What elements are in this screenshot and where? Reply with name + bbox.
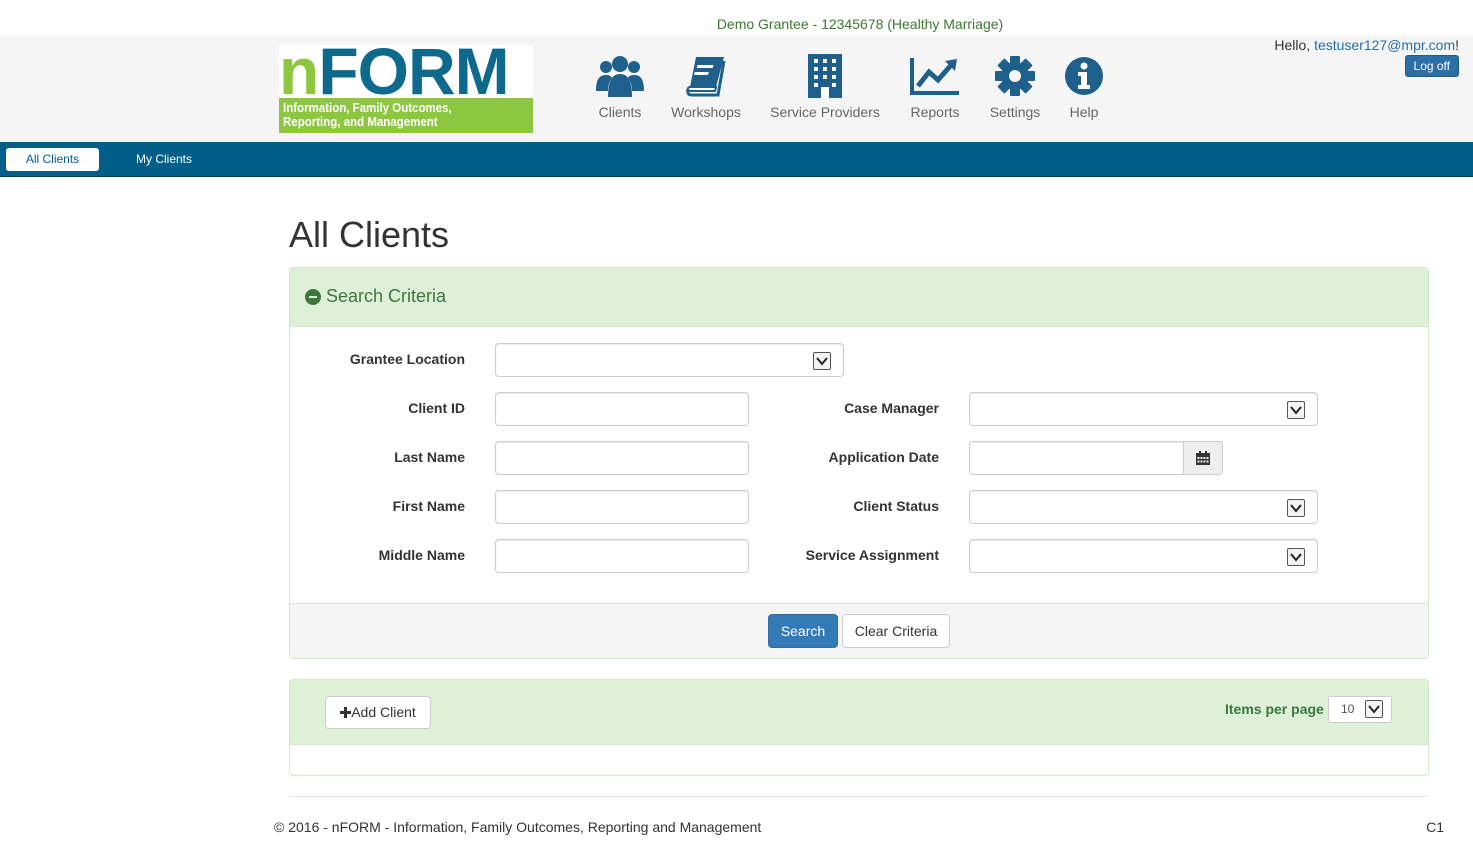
search-criteria-title[interactable]: Search Criteria <box>326 286 446 307</box>
application-date-label: Application Date <box>828 449 939 465</box>
users-icon <box>592 52 648 100</box>
last-name-input[interactable] <box>495 441 749 475</box>
nav-help-label: Help <box>1069 104 1099 120</box>
tab-all-clients[interactable]: All Clients <box>6 148 99 171</box>
chevron-down-icon <box>1287 401 1305 419</box>
application-date-input[interactable] <box>969 441 1184 475</box>
minus-circle-icon[interactable] <box>305 289 321 305</box>
greeting-exclaim: ! <box>1455 37 1459 53</box>
nav-workshops-label: Workshops <box>671 104 741 120</box>
chevron-down-icon <box>1287 499 1305 517</box>
logoff-button[interactable]: Log off <box>1404 55 1459 77</box>
logo-wordmark: nFORM <box>279 45 533 104</box>
nav-help[interactable]: Help <box>1062 52 1106 120</box>
items-per-page-select[interactable]: 10 <box>1328 696 1392 723</box>
client-id-input[interactable] <box>495 392 749 426</box>
calendar-icon <box>1196 451 1210 465</box>
chevron-down-icon <box>1287 548 1305 566</box>
nav-service-providers-label: Service Providers <box>770 104 880 120</box>
nav-clients[interactable]: Clients <box>592 52 648 120</box>
nav-settings-label: Settings <box>989 104 1041 120</box>
footer-copyright: © 2016 - nFORM - Information, Family Out… <box>274 819 762 835</box>
middle-name-label: Middle Name <box>378 547 465 563</box>
case-manager-label: Case Manager <box>844 400 939 416</box>
first-name-label: First Name <box>392 498 465 514</box>
items-per-page-label: Items per page <box>1225 701 1324 717</box>
gear-icon <box>986 52 1044 100</box>
search-panel-heading[interactable] <box>290 268 1428 327</box>
nav-service-providers[interactable]: Service Providers <box>768 52 882 120</box>
plus-icon <box>340 707 352 718</box>
page-title: All Clients <box>289 214 450 255</box>
client-status-label: Client Status <box>853 498 939 514</box>
tab-my-clients[interactable]: My Clients <box>136 148 192 171</box>
user-greeting: Hello, testuser127@mpr.com! <box>1274 37 1459 53</box>
nav-clients-label: Clients <box>598 104 642 120</box>
first-name-input[interactable] <box>495 490 749 524</box>
nav-reports-label: Reports <box>910 104 960 120</box>
user-email-link[interactable]: testuser127@mpr.com <box>1314 37 1455 53</box>
chevron-down-icon <box>1365 700 1383 718</box>
subnav-bar <box>0 142 1473 177</box>
middle-name-input[interactable] <box>495 539 749 573</box>
nav-reports[interactable]: Reports <box>906 52 964 120</box>
clear-criteria-button[interactable]: Clear Criteria <box>842 614 950 648</box>
last-name-label: Last Name <box>394 449 465 465</box>
chevron-down-icon <box>813 352 831 370</box>
footer-divider <box>289 796 1429 797</box>
service-assignment-select[interactable] <box>969 539 1318 573</box>
date-picker-button[interactable] <box>1183 441 1223 475</box>
add-client-button[interactable]: Add Client <box>325 696 431 729</box>
nform-logo[interactable]: nFORM Information, Family Outcomes, Repo… <box>279 45 533 133</box>
line-chart-icon <box>906 52 964 100</box>
search-button[interactable]: Search <box>768 614 838 648</box>
logo-main: FORM <box>318 45 509 108</box>
grantee-location-label: Grantee Location <box>349 351 465 367</box>
client-status-select[interactable] <box>969 490 1318 524</box>
client-id-label: Client ID <box>408 400 465 416</box>
logo-prefix: n <box>279 45 319 108</box>
service-assignment-label: Service Assignment <box>805 547 939 563</box>
greeting-text: Hello, <box>1274 37 1311 53</box>
grantee-banner: Demo Grantee - 12345678 (Healthy Marriag… <box>716 16 1004 32</box>
logo-subtitle: Information, Family Outcomes, Reporting,… <box>283 101 452 129</box>
case-manager-select[interactable] <box>969 392 1318 426</box>
items-per-page-value: 10 <box>1341 702 1355 716</box>
footer-code: C1 <box>1426 819 1444 835</box>
nav-settings[interactable]: Settings <box>986 52 1044 120</box>
building-icon <box>768 52 882 100</box>
book-icon <box>668 52 744 100</box>
nav-workshops[interactable]: Workshops <box>668 52 744 120</box>
add-client-label: Add Client <box>351 704 416 720</box>
grantee-location-select[interactable] <box>495 343 844 377</box>
info-icon <box>1062 52 1106 100</box>
